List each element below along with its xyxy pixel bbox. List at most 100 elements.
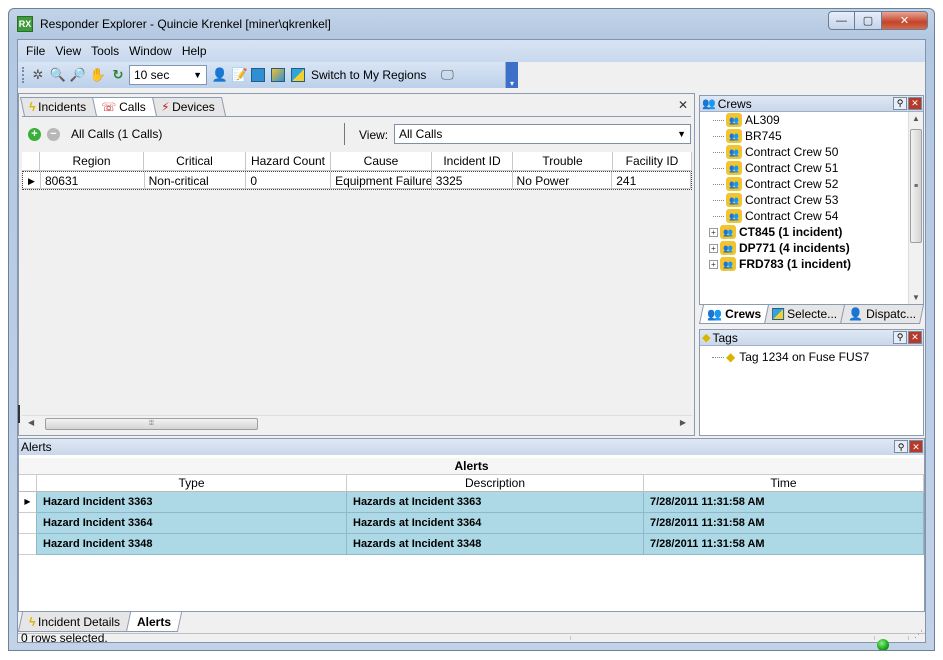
list-item[interactable]: 👥 BR745 xyxy=(700,128,909,144)
cell-hazard-count[interactable]: 0 xyxy=(246,172,332,189)
tab-devices[interactable]: ⚡ Devices xyxy=(152,97,227,116)
tab-calls[interactable]: ☏ Calls xyxy=(92,97,158,116)
cell-type[interactable]: Hazard Incident 3364 xyxy=(37,513,347,534)
list-item[interactable]: 👥 Contract Crew 54 xyxy=(700,208,909,224)
list-item[interactable]: 👥 Contract Crew 51 xyxy=(700,160,909,176)
list-item[interactable]: + 👥 CT845 (1 incident) xyxy=(700,224,909,240)
refresh-interval-select[interactable]: 10 sec ▼ xyxy=(129,65,207,85)
close-icon[interactable]: ✕ xyxy=(908,331,922,344)
menu-view[interactable]: View xyxy=(50,44,86,58)
list-item[interactable]: + 👥 FRD783 (1 incident) xyxy=(700,256,909,272)
cell-time[interactable]: 7/28/2011 11:31:58 AM xyxy=(644,492,924,513)
vertical-scrollbar[interactable]: ▲ ≡ ▼ xyxy=(908,112,923,304)
cell-description[interactable]: Hazards at Incident 3363 xyxy=(347,492,644,513)
pin-icon[interactable]: ⚲ xyxy=(893,331,907,344)
dispatcher-icon: 👤 xyxy=(848,307,864,321)
resize-grip-icon[interactable]: ⋰ xyxy=(914,629,923,640)
column-header-cause[interactable]: Cause xyxy=(331,152,432,171)
row-selector-icon[interactable]: ▶ xyxy=(19,492,37,513)
scroll-right-icon[interactable]: ▶ xyxy=(680,418,686,427)
sun-icon[interactable]: ✲ xyxy=(29,66,47,84)
column-header-region[interactable]: Region xyxy=(40,152,144,171)
map-color-icon[interactable] xyxy=(271,68,285,82)
cell-description[interactable]: Hazards at Incident 3364 xyxy=(347,513,644,534)
row-selector[interactable] xyxy=(19,513,37,534)
tab-incident-details[interactable]: ϟ Incident Details xyxy=(17,612,132,632)
list-item[interactable]: 👥 Contract Crew 52 xyxy=(700,176,909,192)
toolbar-grip[interactable] xyxy=(22,67,25,83)
tab-crews[interactable]: 👥 Crews xyxy=(698,305,770,324)
cell-trouble[interactable]: No Power xyxy=(512,172,613,189)
scroll-left-icon[interactable]: ◀ xyxy=(28,418,34,427)
cell-time[interactable]: 7/28/2011 11:31:58 AM xyxy=(644,534,924,555)
cell-cause[interactable]: Equipment Failure xyxy=(331,172,432,189)
scrollbar-thumb[interactable]: ⦙⦙⦙ xyxy=(45,418,258,430)
menu-tools[interactable]: Tools xyxy=(86,44,124,58)
menu-help[interactable]: Help xyxy=(177,44,212,58)
title-bar[interactable]: RX Responder Explorer - Quincie Krenkel … xyxy=(9,9,934,39)
list-item[interactable]: 👥 AL309 xyxy=(700,112,909,128)
column-header-hazard-count[interactable]: Hazard Count xyxy=(246,152,331,171)
cell-incident-id[interactable]: 3325 xyxy=(431,172,513,189)
menu-file[interactable]: File xyxy=(21,44,50,58)
minimize-button[interactable]: — xyxy=(828,11,855,30)
zoom-out-icon[interactable]: 🔎 xyxy=(69,66,87,84)
tab-selected[interactable]: Selecte... xyxy=(763,305,846,324)
tab-dispatch[interactable]: 👤 Dispatc... xyxy=(839,305,925,324)
horizontal-scrollbar[interactable]: ◀ ⦙⦙⦙ ▶ xyxy=(22,415,692,432)
pan-hand-icon[interactable]: ✋ xyxy=(89,66,107,84)
remove-call-button[interactable]: − xyxy=(47,127,60,141)
column-header-facility-id[interactable]: Facility ID xyxy=(613,152,692,171)
refresh-icon[interactable]: ↻ xyxy=(109,66,127,84)
scroll-down-icon[interactable]: ▼ xyxy=(912,293,920,302)
cell-region[interactable]: 80631 xyxy=(40,172,145,189)
crew-person-icon[interactable]: 👤 xyxy=(211,66,229,84)
maximize-button[interactable]: ▢ xyxy=(855,11,882,30)
table-row[interactable]: Hazard Incident 3364 Hazards at Incident… xyxy=(19,513,924,534)
close-icon[interactable]: ✕ xyxy=(678,98,688,112)
map-icon[interactable] xyxy=(251,68,265,82)
table-row[interactable]: Hazard Incident 3348 Hazards at Incident… xyxy=(19,534,924,555)
cell-time[interactable]: 7/28/2011 11:31:58 AM xyxy=(644,513,924,534)
row-selector[interactable] xyxy=(19,534,37,555)
row-selector-icon[interactable]: ▶ xyxy=(23,172,41,189)
close-button[interactable]: ✕ xyxy=(882,11,928,30)
column-header-description[interactable]: Description xyxy=(347,475,644,492)
add-call-button[interactable]: + xyxy=(28,127,41,141)
cell-description[interactable]: Hazards at Incident 3348 xyxy=(347,534,644,555)
column-header-trouble[interactable]: Trouble xyxy=(513,152,613,171)
list-item[interactable]: 👥 Contract Crew 53 xyxy=(700,192,909,208)
pin-icon[interactable]: ⚲ xyxy=(894,440,908,453)
notes-icon[interactable]: 📝 xyxy=(231,66,249,84)
table-row[interactable]: ▶ Hazard Incident 3363 Hazards at Incide… xyxy=(19,492,924,513)
column-header-incident-id[interactable]: Incident ID xyxy=(432,152,513,171)
scrollbar-thumb[interactable]: ≡ xyxy=(910,129,922,243)
scroll-up-icon[interactable]: ▲ xyxy=(912,114,920,123)
close-icon[interactable]: ✕ xyxy=(908,97,922,110)
view-select[interactable]: All Calls ▼ xyxy=(394,124,691,144)
cell-critical[interactable]: Non-critical xyxy=(144,172,247,189)
expand-icon[interactable]: + xyxy=(709,227,718,237)
cell-facility-id[interactable]: 241 xyxy=(612,172,692,189)
list-item[interactable]: + 👥 DP771 (4 incidents) xyxy=(700,240,909,256)
monitor-icon[interactable]: 🖵 xyxy=(438,66,456,84)
cell-type[interactable]: Hazard Incident 3363 xyxy=(37,492,347,513)
zoom-in-icon[interactable]: 🔍 xyxy=(49,66,67,84)
tab-incidents[interactable]: ϟ Incidents xyxy=(19,97,98,116)
tab-alerts[interactable]: Alerts xyxy=(126,612,183,632)
expand-icon[interactable]: + xyxy=(709,259,718,269)
menu-window[interactable]: Window xyxy=(124,44,177,58)
cell-type[interactable]: Hazard Incident 3348 xyxy=(37,534,347,555)
close-icon[interactable]: ✕ xyxy=(909,440,923,453)
column-header-critical[interactable]: Critical xyxy=(144,152,246,171)
column-header-type[interactable]: Type xyxy=(37,475,347,492)
list-item[interactable]: ◆ Tag 1234 on Fuse FUS7 xyxy=(712,350,869,364)
column-header-time[interactable]: Time xyxy=(644,475,924,492)
pin-icon[interactable]: ⚲ xyxy=(893,97,907,110)
expand-icon[interactable]: + xyxy=(709,243,718,253)
switch-to-my-regions-button[interactable]: Switch to My Regions xyxy=(311,68,426,82)
toolbar-overflow-button[interactable]: ▾ xyxy=(506,62,518,88)
table-row[interactable]: ▶ 80631 Non-critical 0 Equipment Failure… xyxy=(22,171,692,190)
list-item[interactable]: 👥 Contract Crew 50 xyxy=(700,144,909,160)
region-icon[interactable] xyxy=(291,68,305,82)
